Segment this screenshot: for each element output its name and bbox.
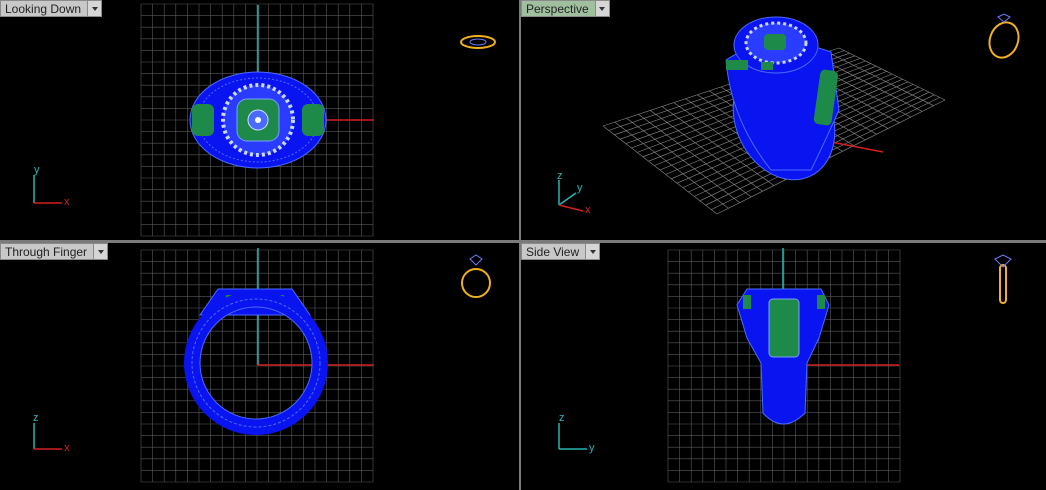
ring-model-perspective[interactable] <box>714 16 853 196</box>
viewport-through-finger[interactable]: z x Through Finger <box>0 243 519 490</box>
axis-label-horizontal: y <box>589 442 595 454</box>
viewport-perspective[interactable]: z y x Perspective <box>521 0 1046 240</box>
ring-preview-icon <box>988 13 1020 59</box>
dropdown-arrow-icon[interactable] <box>93 244 108 259</box>
viewport-looking-down[interactable]: y x Looking Down <box>0 0 519 240</box>
viewport-tab-through-finger[interactable]: Through Finger <box>0 243 109 260</box>
viewport-canvas-side[interactable] <box>521 243 1046 490</box>
ring-model-side[interactable] <box>736 288 830 425</box>
viewport-title: Side View <box>526 244 580 259</box>
ring-model-top[interactable] <box>189 71 327 169</box>
ring-preview-icon <box>460 35 496 49</box>
axis-label-horizontal: x <box>64 442 70 454</box>
axis-label-horizontal: x <box>585 204 591 216</box>
axis-gizmo-icon <box>33 423 62 450</box>
ring-model-front[interactable] <box>184 288 328 435</box>
axis-label-depth: y <box>577 182 583 194</box>
viewport-tab-looking-down[interactable]: Looking Down <box>0 0 103 17</box>
viewport-canvas-top[interactable] <box>0 0 519 240</box>
viewport-divider-vertical[interactable] <box>519 0 521 490</box>
viewport-canvas-perspective[interactable] <box>521 0 1046 240</box>
axis-label-horizontal: x <box>64 196 70 208</box>
axis-label-vertical: z <box>33 412 39 424</box>
ring-preview-icon <box>461 254 491 298</box>
viewport-title: Perspective <box>526 1 589 16</box>
axis-label-vertical: z <box>557 170 563 182</box>
ring-preview-icon <box>994 254 1012 304</box>
axis-label-vertical: y <box>34 164 40 176</box>
dropdown-arrow-icon[interactable] <box>87 1 102 16</box>
viewport-canvas-front[interactable] <box>0 243 519 490</box>
construction-grid <box>140 249 374 483</box>
viewport-side-view[interactable]: z y Side View <box>521 243 1046 490</box>
axis-label-vertical: z <box>559 412 565 424</box>
viewport-tab-perspective[interactable]: Perspective <box>521 0 610 17</box>
viewport-title: Through Finger <box>5 244 88 259</box>
dropdown-arrow-icon[interactable] <box>585 244 600 259</box>
viewport-divider-horizontal[interactable] <box>0 240 1046 243</box>
axis-gizmo-icon <box>33 175 62 204</box>
viewport-title: Looking Down <box>5 1 82 16</box>
dropdown-arrow-icon[interactable] <box>594 1 609 16</box>
axis-gizmo-icon <box>558 423 587 450</box>
viewport-tab-side-view[interactable]: Side View <box>521 243 601 260</box>
